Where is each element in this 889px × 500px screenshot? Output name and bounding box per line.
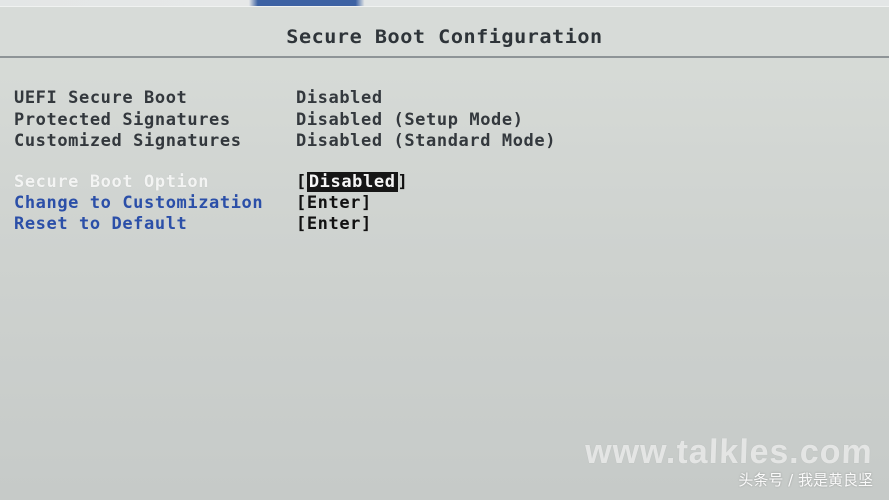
uefi-secure-boot-row: UEFI Secure Boot Disabled: [14, 88, 614, 108]
author-caption: 头条号 / 我是黄良坚: [738, 471, 873, 489]
bracket-right: ]: [397, 172, 409, 192]
change-to-customization-link[interactable]: Change to Customization: [14, 193, 263, 213]
customized-signatures-row: Customized Signatures Disabled (Standard…: [14, 131, 614, 151]
page-title: Secure Boot Configuration: [286, 26, 603, 48]
reset-to-default-link[interactable]: Reset to Default: [14, 214, 187, 234]
reset-to-default-row[interactable]: Reset to Default [Enter]: [14, 214, 614, 234]
change-to-customization-row[interactable]: Change to Customization [Enter]: [14, 193, 614, 213]
customized-signatures-value: Disabled (Standard Mode): [296, 131, 557, 151]
change-to-customization-enter[interactable]: [Enter]: [296, 193, 372, 213]
protected-signatures-value: Disabled (Setup Mode): [296, 110, 524, 130]
secure-boot-option-row[interactable]: Secure Boot Option [Disabled]: [14, 172, 614, 192]
reset-to-default-enter[interactable]: [Enter]: [296, 214, 372, 234]
secure-boot-option-value[interactable]: Disabled: [306, 172, 398, 192]
protected-signatures-row: Protected Signatures Disabled (Setup Mod…: [14, 110, 614, 130]
header-bar: Secure Boot Configuration: [0, 6, 889, 58]
secure-boot-option-field[interactable]: [Disabled]: [296, 172, 408, 192]
secure-boot-option-label[interactable]: Secure Boot Option: [14, 172, 209, 192]
customized-signatures-label: Customized Signatures: [14, 131, 242, 151]
uefi-secure-boot-label: UEFI Secure Boot: [14, 88, 188, 108]
site-watermark: www.talkles.com: [584, 433, 874, 471]
bracket-left: [: [296, 172, 307, 192]
protected-signatures-label: Protected Signatures: [14, 110, 231, 130]
uefi-secure-boot-value: Disabled: [296, 88, 383, 108]
